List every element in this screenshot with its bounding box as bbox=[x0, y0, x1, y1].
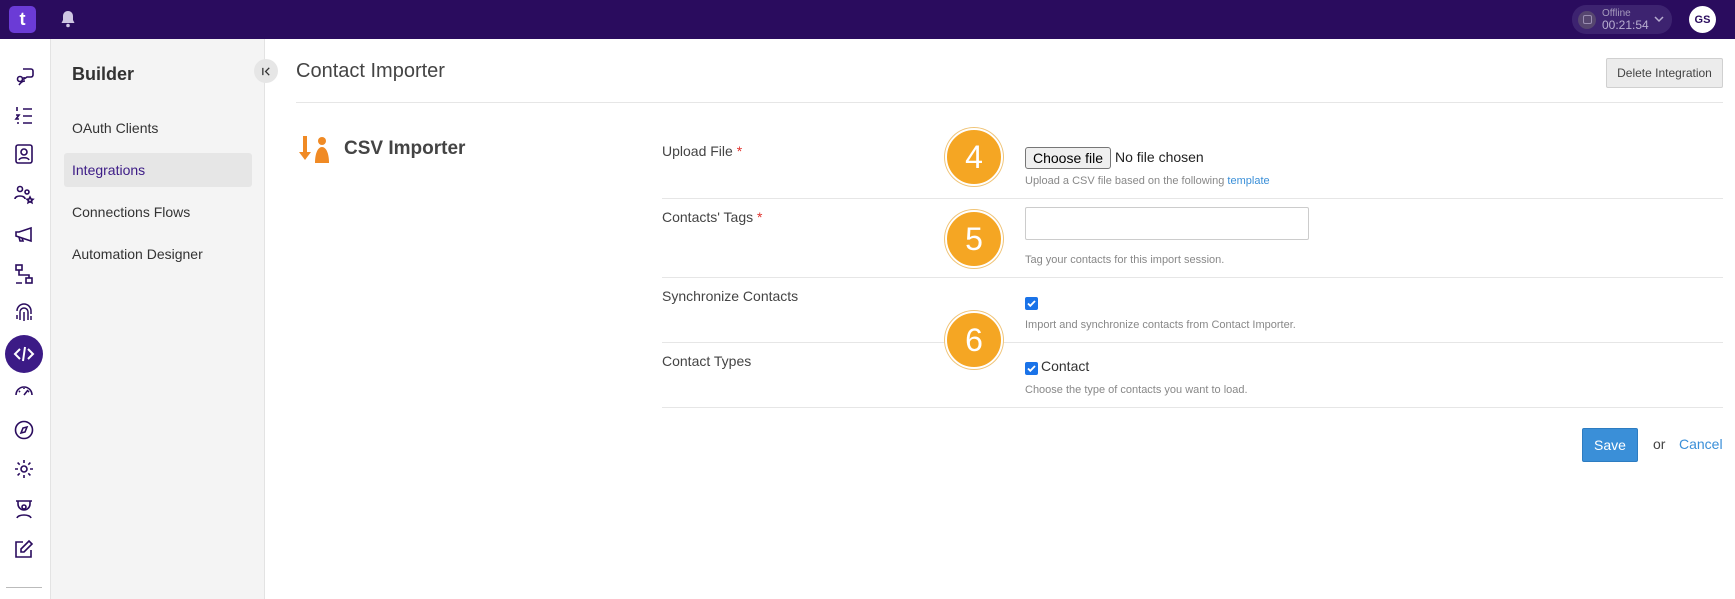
upload-file-label-text: Upload File bbox=[662, 143, 733, 159]
status-indicator-icon bbox=[1578, 10, 1596, 29]
top-bar: t Offline 00:21:54 GS bbox=[0, 0, 1735, 39]
sidebar-item-oauth-clients[interactable]: OAuth Clients bbox=[64, 111, 252, 145]
bell-icon[interactable] bbox=[58, 9, 78, 29]
page-title: Contact Importer bbox=[296, 60, 445, 82]
csv-importer-icon bbox=[298, 133, 332, 167]
cancel-link[interactable]: Cancel bbox=[1679, 436, 1723, 452]
sidebar-title: Builder bbox=[72, 64, 135, 84]
integration-name: CSV Importer bbox=[344, 138, 466, 159]
or-separator: or bbox=[1653, 436, 1666, 452]
checkmark-icon bbox=[1027, 365, 1036, 373]
sync-help: Import and synchronize contacts from Con… bbox=[1025, 319, 1296, 331]
list-steps-icon[interactable] bbox=[9, 100, 39, 130]
contacts-tags-input[interactable] bbox=[1025, 207, 1309, 240]
builder-sidebar: Builder OAuth Clients Integrations Conne… bbox=[51, 39, 278, 599]
divider bbox=[296, 102, 1723, 103]
chevron-down-icon bbox=[1654, 16, 1664, 23]
status-selector[interactable]: Offline 00:21:54 bbox=[1572, 5, 1672, 34]
contact-type-option-label[interactable]: Contact bbox=[1041, 358, 1089, 374]
required-marker: * bbox=[736, 143, 743, 159]
status-timer: 00:21:54 bbox=[1602, 18, 1649, 32]
step-badge-5: 5 bbox=[945, 210, 1003, 268]
collapse-sidebar-button[interactable] bbox=[254, 59, 278, 83]
upload-file-label: Upload File * bbox=[662, 143, 742, 159]
types-help: Choose the type of contacts you want to … bbox=[1025, 384, 1248, 396]
app-logo[interactable]: t bbox=[9, 6, 36, 33]
contact-types-label: Contact Types bbox=[662, 353, 752, 369]
divider bbox=[662, 407, 1723, 408]
required-marker: * bbox=[757, 209, 763, 225]
upload-help-text: Upload a CSV file based on the following bbox=[1025, 175, 1225, 187]
contact-card-icon[interactable] bbox=[9, 139, 39, 169]
edit-square-icon[interactable] bbox=[9, 534, 39, 564]
robot-person-icon[interactable] bbox=[9, 494, 39, 524]
contacts-tags-label: Contacts' Tags * bbox=[662, 209, 762, 225]
gauge-icon[interactable] bbox=[9, 376, 39, 406]
avatar[interactable]: GS bbox=[1689, 6, 1716, 33]
megaphone-icon[interactable] bbox=[9, 219, 39, 249]
step-badge-6: 6 bbox=[945, 311, 1003, 369]
collapse-left-icon bbox=[261, 66, 270, 76]
tags-help: Tag your contacts for this import sessio… bbox=[1025, 254, 1225, 266]
divider bbox=[662, 277, 1723, 278]
synchronize-contacts-label: Synchronize Contacts bbox=[662, 288, 799, 304]
divider bbox=[662, 342, 1723, 343]
sidebar-item-connections-flows[interactable]: Connections Flows bbox=[64, 195, 252, 229]
upload-help: Upload a CSV file based on the following… bbox=[1025, 175, 1270, 187]
file-status: No file chosen bbox=[1115, 149, 1204, 165]
sidebar-item-automation-designer[interactable]: Automation Designer bbox=[64, 237, 252, 271]
pin-chat-icon[interactable] bbox=[9, 61, 39, 91]
step-badge-4: 4 bbox=[945, 128, 1003, 186]
synchronize-contacts-checkbox[interactable] bbox=[1025, 297, 1038, 310]
save-button[interactable]: Save bbox=[1582, 428, 1638, 462]
sidebar-item-integrations[interactable]: Integrations bbox=[64, 153, 252, 187]
icon-rail bbox=[0, 39, 51, 599]
fingerprint-icon[interactable] bbox=[9, 298, 39, 328]
delete-integration-button[interactable]: Delete Integration bbox=[1606, 58, 1723, 88]
divider bbox=[6, 587, 42, 588]
divider bbox=[662, 198, 1723, 199]
flow-icon[interactable] bbox=[9, 259, 39, 289]
template-link[interactable]: template bbox=[1227, 175, 1269, 187]
code-icon[interactable] bbox=[5, 335, 43, 373]
choose-file-button[interactable]: Choose file bbox=[1025, 147, 1111, 169]
checkmark-icon bbox=[1027, 300, 1036, 308]
contacts-tags-label-text: Contacts' Tags bbox=[662, 209, 754, 225]
gear-icon[interactable] bbox=[9, 454, 39, 484]
contact-type-checkbox[interactable] bbox=[1025, 362, 1038, 375]
people-star-icon[interactable] bbox=[9, 179, 39, 209]
compass-icon[interactable] bbox=[9, 415, 39, 445]
